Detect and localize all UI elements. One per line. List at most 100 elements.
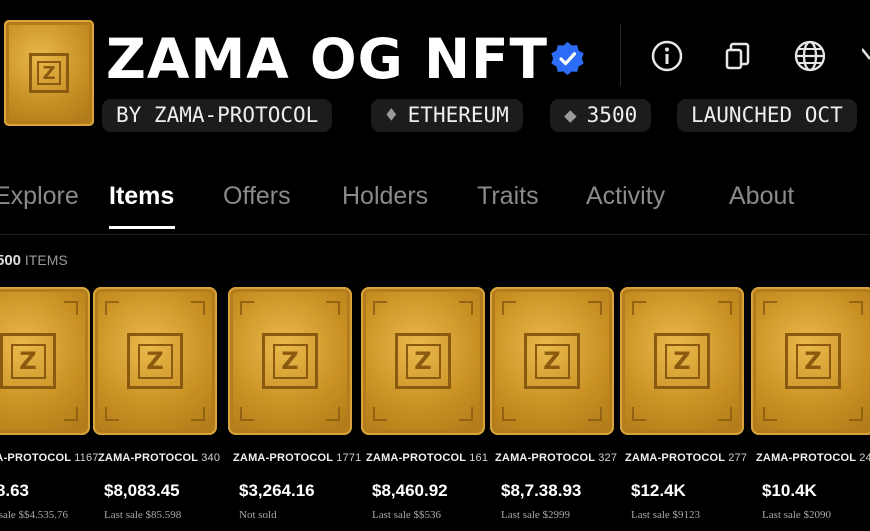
- card-corner-ornament: [588, 407, 602, 421]
- z-emblem-letter: Z: [10, 343, 46, 379]
- tab-explore[interactable]: Explore: [0, 180, 79, 212]
- collection-title: ZAMA OG NFT: [106, 27, 549, 91]
- card-corner-ornament: [240, 407, 254, 421]
- item-collection-name: ZAMA-PROTOCOL: [366, 452, 470, 464]
- item-last-sale: Not sold: [239, 509, 277, 521]
- item-collection-name: ZAMA-PROTOCOL: [98, 452, 202, 464]
- item-number: 1167: [74, 452, 99, 464]
- info-icon[interactable]: [650, 39, 684, 73]
- z-emblem-letter: Z: [534, 343, 570, 379]
- item-card-image[interactable]: Z: [361, 287, 485, 435]
- card-corner-ornament: [632, 301, 646, 315]
- item-price: $8,460.92: [372, 481, 448, 500]
- globe-icon[interactable]: [793, 39, 827, 73]
- copy-icon[interactable]: [721, 39, 755, 73]
- item-card-image[interactable]: Z: [490, 287, 614, 435]
- card-corner-ornament: [191, 407, 205, 421]
- cube-icon: ◆: [564, 103, 577, 127]
- card-corner-ornament: [240, 301, 254, 315]
- item-price: $10.4K: [762, 481, 817, 500]
- item-price: 748.63: [0, 481, 29, 500]
- supply-pill[interactable]: ◆ 3500: [550, 99, 652, 132]
- card-corner-ornament: [632, 407, 646, 421]
- item-name[interactable]: ZAMA-PROTOCOL 2417: [756, 452, 870, 464]
- card-corner-ornament: [326, 301, 340, 315]
- card-corner-ornament: [64, 301, 78, 315]
- card-corner-ornament: [64, 407, 78, 421]
- card-corner-ornament: [373, 407, 387, 421]
- item-last-sale: Last sale $$4.535.76: [0, 509, 69, 521]
- items-count: 500 ITEMS: [0, 252, 68, 269]
- header-divider: [620, 24, 621, 86]
- z-emblem-letter: Z: [405, 343, 441, 379]
- item-card-image[interactable]: Z: [228, 287, 352, 435]
- item-name[interactable]: ZAMA-PROTOCOL 161: [366, 452, 488, 464]
- z-emblem-letter: Z: [795, 343, 831, 379]
- tab-traits[interactable]: Traits: [477, 180, 539, 212]
- z-emblem-letter: Z: [664, 343, 700, 379]
- item-price: $8,083.45: [104, 481, 180, 500]
- item-last-sale: Last sale $$536: [372, 509, 442, 521]
- item-name[interactable]: ZAMA-PROTOCOL 340: [98, 452, 220, 464]
- card-corner-ornament: [502, 407, 516, 421]
- launched-pill[interactable]: LAUNCHED OCT: [677, 99, 857, 132]
- tab-offers[interactable]: Offers: [223, 180, 291, 212]
- item-number: 340: [201, 452, 221, 464]
- tab-items[interactable]: Items: [109, 180, 174, 212]
- item-last-sale: Last sale $85.598: [104, 509, 182, 521]
- item-last-sale: Last sale $2999: [501, 509, 571, 521]
- card-corner-ornament: [502, 301, 516, 315]
- z-emblem: Z: [785, 333, 841, 389]
- z-emblem: Z: [524, 333, 580, 389]
- item-collection-name: ZAMA-PROTOCOL: [0, 452, 71, 464]
- item-collection-name: ZAMA-PROTOCOL: [625, 452, 729, 464]
- active-tab-indicator: [109, 226, 175, 229]
- z-emblem-letter: Z: [137, 343, 173, 379]
- creator-pill[interactable]: BY ZAMA-PROTOCOL: [102, 99, 333, 132]
- item-number: 1771: [336, 452, 362, 464]
- item-name[interactable]: ZAMA-PROTOCOL 327: [495, 452, 617, 464]
- item-number: 277: [728, 452, 748, 464]
- chain-label: ETHEREUM: [407, 103, 509, 127]
- supply-label: 3500: [586, 103, 638, 127]
- item-name[interactable]: ZAMA-PROTOCOL 1771: [233, 452, 362, 464]
- card-corner-ornament: [763, 407, 777, 421]
- tab-activity[interactable]: Activity: [586, 180, 665, 212]
- item-number: 2417: [859, 452, 870, 464]
- z-emblem: Z: [395, 333, 451, 389]
- card-corner-ornament: [849, 301, 863, 315]
- card-corner-ornament: [105, 407, 119, 421]
- card-corner-ornament: [718, 301, 732, 315]
- card-corner-ornament: [373, 301, 387, 315]
- z-emblem: Z: [0, 333, 56, 389]
- z-emblem: Z: [127, 333, 183, 389]
- card-corner-ornament: [459, 301, 473, 315]
- tab-about[interactable]: About: [729, 180, 794, 212]
- verified-badge-icon: [551, 41, 584, 76]
- tab-holders[interactable]: Holders: [342, 180, 428, 212]
- item-name[interactable]: ZAMA-PROTOCOL 277: [625, 452, 747, 464]
- item-card-image[interactable]: Z: [751, 287, 870, 435]
- ethereum-icon: ♦: [385, 103, 398, 127]
- item-last-sale: Last sale $2090: [762, 509, 832, 521]
- item-last-sale: Last sale $9123: [631, 509, 701, 521]
- item-card-image[interactable]: Z: [620, 287, 744, 435]
- item-name[interactable]: ZAMA-PROTOCOL 1167: [0, 452, 99, 464]
- chain-pill[interactable]: ♦ ETHEREUM: [371, 99, 523, 132]
- card-corner-ornament: [718, 407, 732, 421]
- creator-label: BY ZAMA-PROTOCOL: [116, 103, 319, 127]
- card-corner-ornament: [849, 407, 863, 421]
- card-corner-ornament: [588, 301, 602, 315]
- z-emblem-letter: Z: [272, 343, 308, 379]
- item-price: $8,7.38.93: [501, 481, 582, 500]
- card-corner-ornament: [326, 407, 340, 421]
- item-card-image[interactable]: Z: [93, 287, 217, 435]
- close-icon[interactable]: [862, 39, 870, 73]
- tabs-divider: [0, 234, 870, 235]
- item-card-image[interactable]: Z: [0, 287, 90, 435]
- z-emblem: Z: [654, 333, 710, 389]
- item-price: $12.4K: [631, 481, 686, 500]
- card-corner-ornament: [191, 301, 205, 315]
- items-count-label: ITEMS: [24, 252, 68, 268]
- card-corner-ornament: [763, 301, 777, 315]
